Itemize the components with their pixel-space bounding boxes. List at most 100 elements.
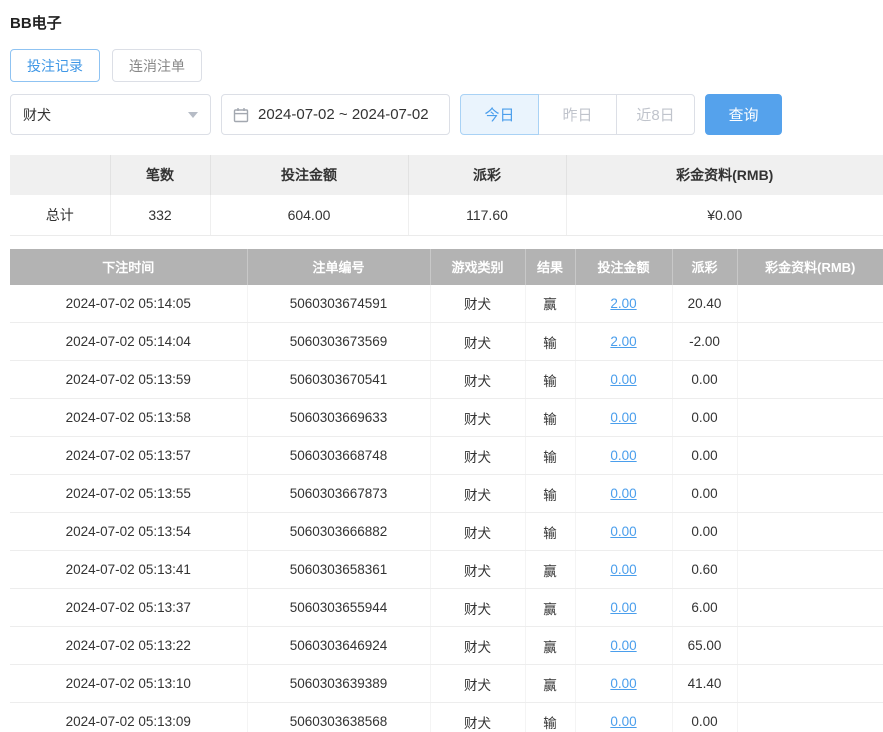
result-cell: 赢: [525, 626, 576, 665]
bet-amount-cell: 0.00: [575, 512, 673, 551]
header-payout: 派彩: [672, 248, 738, 285]
summary-header-count: 笔数: [110, 155, 211, 195]
bonus-cell: [737, 474, 883, 513]
result-cell: 赢: [525, 550, 576, 589]
result-cell: 输: [525, 398, 576, 437]
order-id-cell: 5060303658361: [247, 550, 431, 589]
order-id-cell: 5060303646924: [247, 626, 431, 665]
search-button[interactable]: 查询: [705, 94, 782, 135]
bet-amount-link[interactable]: 0.00: [610, 638, 636, 653]
table-row: 2024-07-02 05:13:54 5060303666882 财犬 输 0…: [10, 512, 883, 551]
page-title: BB电子: [10, 15, 62, 32]
tab-bar: 投注记录 连消注单: [10, 49, 883, 82]
table-row: 2024-07-02 05:13:37 5060303655944 财犬 赢 0…: [10, 588, 883, 627]
summary-table: 笔数 投注金额 派彩 彩金资料(RMB) 总计 332 604.00 117.6…: [10, 155, 883, 236]
game-type-cell: 财犬: [430, 322, 526, 361]
payout-cell: 20.40: [672, 284, 738, 323]
summary-header-bet-amount: 投注金额: [210, 155, 409, 195]
payout-cell: 0.00: [672, 474, 738, 513]
bet-amount-link[interactable]: 0.00: [610, 486, 636, 501]
table-row: 2024-07-02 05:13:59 5060303670541 财犬 输 0…: [10, 360, 883, 399]
tab-cancelled-orders[interactable]: 连消注单: [112, 49, 202, 82]
result-cell: 输: [525, 512, 576, 551]
summary-header-row: 笔数 投注金额 派彩 彩金资料(RMB): [10, 155, 883, 195]
order-id-cell: 5060303669633: [247, 398, 431, 437]
bet-amount-link[interactable]: 2.00: [610, 334, 636, 349]
bonus-cell: [737, 664, 883, 703]
bet-amount-link[interactable]: 0.00: [610, 600, 636, 615]
bonus-cell: [737, 398, 883, 437]
bet-amount-link[interactable]: 0.00: [610, 676, 636, 691]
bonus-cell: [737, 550, 883, 589]
bet-amount-link[interactable]: 0.00: [610, 410, 636, 425]
bet-amount-link[interactable]: 0.00: [610, 372, 636, 387]
bet-records-page: BB电子 投注记录 连消注单 财犬 2024-07-02 ~ 2024-07-0…: [0, 0, 883, 732]
order-id-cell: 5060303639389: [247, 664, 431, 703]
game-select[interactable]: 财犬: [10, 94, 211, 135]
payout-cell: 65.00: [672, 626, 738, 665]
bet-time-cell: 2024-07-02 05:13:10: [10, 664, 248, 703]
table-row: 2024-07-02 05:13:55 5060303667873 财犬 输 0…: [10, 474, 883, 513]
table-row: 2024-07-02 05:13:58 5060303669633 财犬 输 0…: [10, 398, 883, 437]
payout-cell: 41.40: [672, 664, 738, 703]
result-cell: 赢: [525, 284, 576, 323]
tab-bet-records[interactable]: 投注记录: [10, 49, 100, 82]
result-cell: 赢: [525, 588, 576, 627]
bet-time-cell: 2024-07-02 05:13:57: [10, 436, 248, 475]
payout-cell: -2.00: [672, 322, 738, 361]
bet-amount-cell: 2.00: [575, 284, 673, 323]
game-select-value: 财犬: [23, 106, 51, 123]
header-order-id: 注单编号: [247, 248, 431, 285]
bonus-cell: [737, 436, 883, 475]
result-cell: 输: [525, 322, 576, 361]
summary-total-bet-amount: 604.00: [210, 195, 409, 236]
quick-date-buttons: 今日 昨日 近8日: [460, 94, 695, 135]
summary-total-row: 总计 332 604.00 117.60 ¥0.00: [10, 195, 883, 236]
summary-total-bonus: ¥0.00: [566, 195, 883, 236]
order-id-cell: 5060303673569: [247, 322, 431, 361]
filter-bar: 财犬 2024-07-02 ~ 2024-07-02 今日 昨日 近8日 查询: [10, 94, 883, 135]
bet-amount-link[interactable]: 0.00: [610, 714, 636, 729]
table-row: 2024-07-02 05:13:57 5060303668748 财犬 输 0…: [10, 436, 883, 475]
bet-amount-link[interactable]: 0.00: [610, 562, 636, 577]
game-type-cell: 财犬: [430, 588, 526, 627]
game-type-cell: 财犬: [430, 284, 526, 323]
bet-amount-link[interactable]: 0.00: [610, 524, 636, 539]
game-type-cell: 财犬: [430, 474, 526, 513]
bonus-cell: [737, 626, 883, 665]
date-range-value: 2024-07-02 ~ 2024-07-02: [258, 106, 429, 123]
bet-time-cell: 2024-07-02 05:13:54: [10, 512, 248, 551]
payout-cell: 0.00: [672, 398, 738, 437]
bet-amount-link[interactable]: 0.00: [610, 448, 636, 463]
header-bonus: 彩金资料(RMB): [737, 248, 883, 285]
result-cell: 输: [525, 360, 576, 399]
bet-amount-link[interactable]: 2.00: [610, 296, 636, 311]
order-id-cell: 5060303655944: [247, 588, 431, 627]
order-id-cell: 5060303668748: [247, 436, 431, 475]
payout-cell: 0.00: [672, 702, 738, 732]
bet-amount-cell: 0.00: [575, 436, 673, 475]
game-type-cell: 财犬: [430, 360, 526, 399]
bonus-cell: [737, 284, 883, 323]
bet-amount-cell: 0.00: [575, 664, 673, 703]
yesterday-button[interactable]: 昨日: [538, 94, 617, 135]
game-type-cell: 财犬: [430, 626, 526, 665]
result-cell: 输: [525, 474, 576, 513]
header-bet-time: 下注时间: [10, 248, 248, 285]
order-id-cell: 5060303638568: [247, 702, 431, 732]
date-range-picker[interactable]: 2024-07-02 ~ 2024-07-02: [221, 94, 450, 135]
summary-header-payout: 派彩: [408, 155, 567, 195]
last-8-days-button[interactable]: 近8日: [616, 94, 695, 135]
bet-table: 下注时间 注单编号 游戏类别 结果 投注金额 派彩 彩金资料(RMB) 2024…: [10, 248, 883, 732]
bet-amount-cell: 0.00: [575, 626, 673, 665]
bet-time-cell: 2024-07-02 05:13:55: [10, 474, 248, 513]
game-type-cell: 财犬: [430, 664, 526, 703]
summary-header-empty: [10, 155, 111, 195]
summary-total-label: 总计: [10, 195, 111, 236]
today-button[interactable]: 今日: [460, 94, 539, 135]
summary-total-payout: 117.60: [408, 195, 567, 236]
result-cell: 赢: [525, 664, 576, 703]
chevron-down-icon: [188, 111, 198, 118]
game-type-cell: 财犬: [430, 398, 526, 437]
table-row: 2024-07-02 05:14:05 5060303674591 财犬 赢 2…: [10, 284, 883, 323]
